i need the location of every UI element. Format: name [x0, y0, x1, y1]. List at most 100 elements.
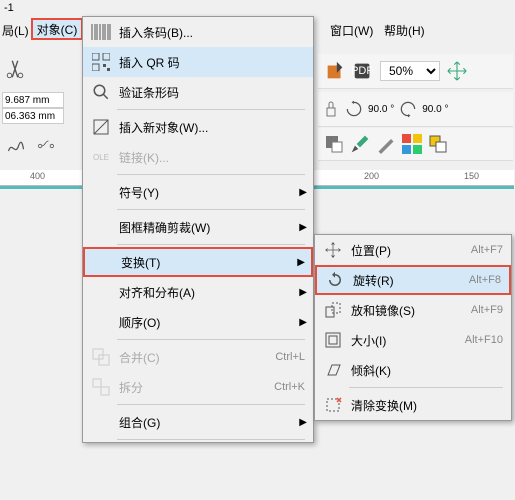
separator — [117, 109, 305, 110]
new-object-icon — [87, 115, 115, 139]
separator — [117, 404, 305, 405]
shortcut: Ctrl+K — [274, 381, 305, 393]
shortcut: Alt+F10 — [465, 334, 503, 346]
submenu-position[interactable]: 位置(P) Alt+F7 — [315, 235, 511, 265]
menu-object[interactable]: 对象(C) — [31, 18, 83, 40]
menu-object-label: 对象(C) — [37, 21, 78, 38]
submenu-size[interactable]: 大小(I) Alt+F10 — [315, 325, 511, 355]
lock-ratio-icon[interactable] — [322, 96, 340, 122]
copy-props-icon[interactable] — [428, 134, 448, 154]
menu-label: 插入新对象(W)... — [115, 119, 305, 136]
menu-label: 链接(K)... — [115, 149, 305, 166]
shape-tool-icon[interactable] — [324, 134, 344, 154]
cut-icon[interactable] — [4, 58, 26, 80]
ruler-edge-left — [0, 186, 82, 189]
menu-order[interactable]: 顺序(O) ▶ — [83, 307, 313, 337]
move-icon[interactable] — [446, 60, 468, 82]
scale-icon — [319, 298, 347, 322]
menu-frame-clip[interactable]: 图框精确剪裁(W) ▶ — [83, 212, 313, 242]
size-icon — [319, 328, 347, 352]
rotate-cw-icon[interactable] — [398, 99, 418, 119]
submenu-arrow-icon: ▶ — [299, 417, 307, 428]
zoom-select[interactable]: 50% — [380, 61, 440, 81]
toolbar-right-1: PDF 50% — [318, 54, 513, 89]
separator — [117, 174, 305, 175]
menu-insert-new[interactable]: 插入新对象(W)... — [83, 112, 313, 142]
blank-icon — [87, 180, 115, 204]
menu-symbol[interactable]: 符号(Y) ▶ — [83, 177, 313, 207]
separator — [117, 244, 305, 245]
submenu-scale[interactable]: 放和镜像(S) Alt+F9 — [315, 295, 511, 325]
menu-label: 拆分 — [115, 379, 274, 396]
ruler-edge-right — [314, 186, 514, 189]
menu-window[interactable]: 窗口(W) — [330, 22, 373, 39]
submenu-arrow-icon: ▶ — [299, 287, 307, 298]
angle-1: 90.0 ° — [368, 104, 394, 115]
ruler-tick-150: 150 — [464, 171, 479, 181]
import-icon[interactable] — [324, 60, 346, 82]
toolbar-right-2: 90.0 ° 90.0 ° — [318, 92, 513, 127]
eyedropper-icon[interactable] — [350, 134, 370, 154]
submenu-label: 大小(I) — [347, 332, 465, 349]
menu-label: 对齐和分布(A) — [115, 284, 305, 301]
shortcut: Alt+F9 — [471, 304, 503, 316]
submenu-label: 倾斜(K) — [347, 362, 503, 379]
menu-label: 符号(Y) — [115, 184, 305, 201]
blank-icon — [87, 280, 115, 304]
clear-transform-icon — [319, 393, 347, 417]
menu-align[interactable]: 对齐和分布(A) ▶ — [83, 277, 313, 307]
submenu-arrow-icon: ▶ — [297, 257, 305, 268]
separator — [117, 209, 305, 210]
width-input[interactable] — [2, 92, 64, 108]
title-frag: -1 — [4, 2, 14, 14]
menu-label: 验证条形码 — [115, 84, 305, 101]
menu-layout[interactable]: 局(L) — [2, 22, 29, 39]
shortcut: Alt+F7 — [471, 244, 503, 256]
submenu-rotate[interactable]: 旋转(R) Alt+F8 — [315, 265, 511, 295]
color-squares-icon[interactable] — [402, 134, 422, 154]
menu-transform[interactable]: 变换(T) ▶ — [83, 247, 313, 277]
submenu-label: 清除变换(M) — [347, 397, 503, 414]
submenu-arrow-icon: ▶ — [299, 317, 307, 328]
skew-icon — [319, 358, 347, 382]
menu-verify-barcode[interactable]: 验证条形码 — [83, 77, 313, 107]
freehand-tool-icon[interactable] — [6, 136, 26, 156]
combine-icon — [87, 345, 115, 369]
separator — [349, 387, 503, 388]
submenu-skew[interactable]: 倾斜(K) — [315, 355, 511, 385]
menu-label: 合并(C) — [115, 349, 275, 366]
height-input[interactable] — [2, 108, 64, 124]
submenu-arrow-icon: ▶ — [299, 187, 307, 198]
menu-label: 顺序(O) — [115, 314, 305, 331]
menu-group[interactable]: 组合(G) ▶ — [83, 407, 313, 437]
pdf-export-icon[interactable]: PDF — [352, 60, 374, 82]
position-icon — [319, 238, 347, 262]
rotate-icon — [321, 268, 349, 292]
menu-label: 图框精确剪裁(W) — [115, 219, 305, 236]
menu-help[interactable]: 帮助(H) — [384, 22, 425, 39]
menu-insert-barcode[interactable]: 插入条码(B)... — [83, 17, 313, 47]
menu-insert-qr[interactable]: 插入 QR 码 — [83, 47, 313, 77]
object-menu-dropdown: 插入条码(B)... 插入 QR 码 验证条形码 插入新对象(W)... OLE… — [82, 16, 314, 443]
connector-tool-icon[interactable] — [36, 136, 56, 156]
ole-icon: OLE — [87, 145, 115, 169]
menu-label: 插入 QR 码 — [115, 54, 305, 71]
qr-icon — [87, 50, 115, 74]
ruler-tick-400: 400 — [30, 171, 45, 181]
svg-text:PDF: PDF — [352, 65, 373, 77]
blank-icon — [87, 410, 115, 434]
menu-label: 插入条码(B)... — [115, 24, 305, 41]
menu-split: 拆分 Ctrl+K — [83, 372, 313, 402]
menu-label: 变换(T) — [117, 254, 303, 271]
blank-icon — [87, 215, 115, 239]
toolbar-right-3 — [318, 128, 513, 161]
submenu-clear[interactable]: 清除变换(M) — [315, 390, 511, 420]
menu-label: 组合(G) — [115, 414, 305, 431]
dimension-inputs — [2, 92, 64, 124]
angle-2: 90.0 ° — [422, 104, 448, 115]
knife-icon[interactable] — [376, 134, 396, 154]
separator — [117, 339, 305, 340]
rotate-ccw-icon[interactable] — [344, 99, 364, 119]
blank-icon — [87, 310, 115, 334]
shortcut: Alt+F8 — [469, 274, 501, 286]
